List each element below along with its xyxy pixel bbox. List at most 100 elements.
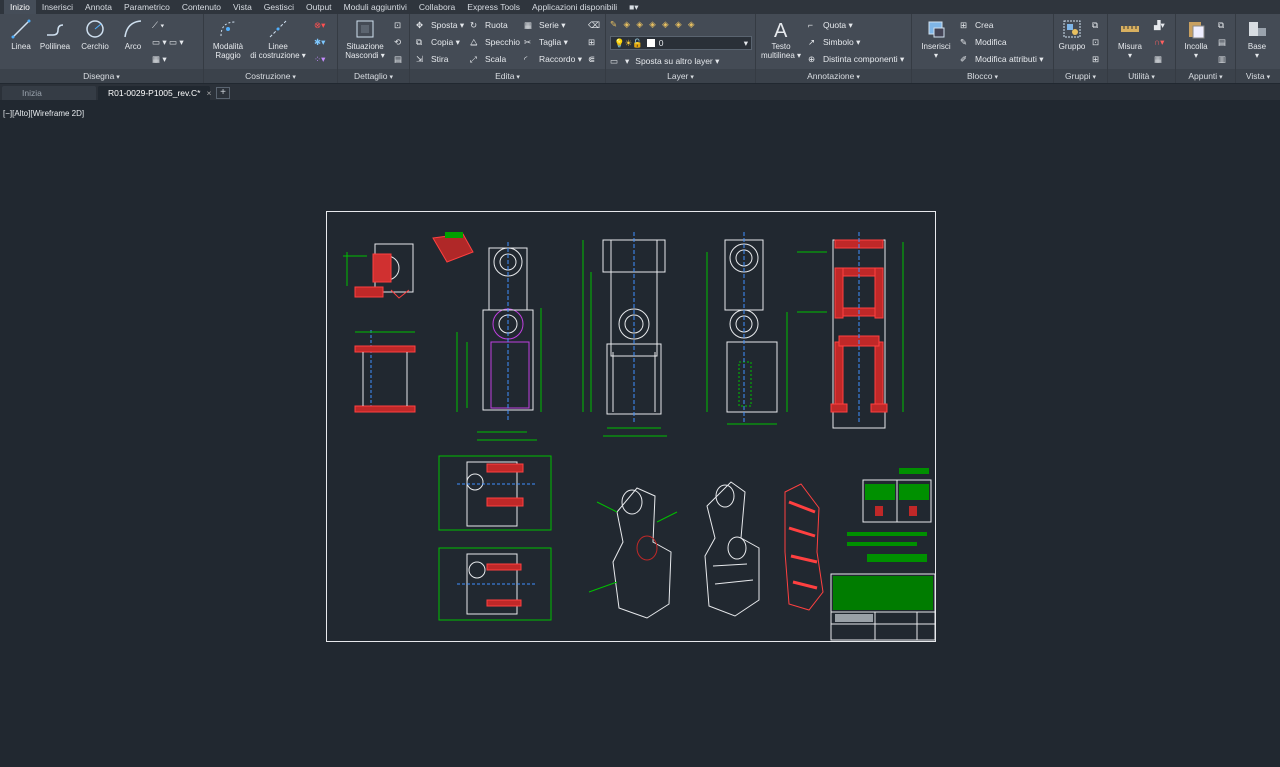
view-detail-bottom-1 xyxy=(438,455,552,531)
specchio-button[interactable]: ⧋ Specchio xyxy=(470,35,520,49)
text-icon: A xyxy=(774,20,788,40)
tab-applicazioni[interactable]: Applicazioni disponibili xyxy=(526,0,623,14)
group-icon xyxy=(1063,20,1081,38)
testo-multilinea-button[interactable]: A Testo multilinea ▾ xyxy=(760,18,802,60)
panel-utilita: Misura ▾ ▟▾ ∩▾ ▦ Utilità xyxy=(1108,14,1176,83)
group-edit-icon[interactable]: ⊡ xyxy=(1092,35,1099,49)
quick-select-icon[interactable]: ▟▾ xyxy=(1154,18,1165,32)
view-isometric-1 xyxy=(588,487,678,619)
linea-button[interactable]: Linea xyxy=(6,18,36,51)
gruppo-button[interactable]: Gruppo xyxy=(1056,18,1088,51)
modifica-attributi-button[interactable]: ✐ Modifica attributi ▾ xyxy=(960,52,1044,66)
insert-block-icon xyxy=(928,21,945,38)
layer-dropdown[interactable]: 💡☀🔓 0 ▾ xyxy=(610,36,752,50)
modalita-raggio-button[interactable]: Modalità Raggio xyxy=(208,18,248,60)
panel-title-utilita[interactable]: Utilità xyxy=(1108,69,1175,83)
drawing-sheet[interactable] xyxy=(326,211,936,642)
scala-button[interactable]: ⤢ Scala xyxy=(470,52,506,66)
cerchio-button[interactable]: Cerchio xyxy=(78,18,112,51)
linee-costruzione-button[interactable]: Linee di costruzione ▾ xyxy=(248,18,308,60)
rectangle-icon[interactable]: ▭ ▾ ▭ ▾ xyxy=(152,35,184,49)
view-section-red xyxy=(797,232,904,429)
simbolo-button[interactable]: ↗ Simbolo ▾ xyxy=(808,35,860,49)
detail-refresh-icon[interactable]: ⟲ xyxy=(394,35,401,49)
misura-button[interactable]: Misura ▾ xyxy=(1112,18,1148,60)
base-button[interactable]: Base ▾ xyxy=(1242,18,1272,60)
viewport-controls[interactable]: [−][Alto][Wireframe 2D] xyxy=(3,109,84,118)
magnet-icon[interactable]: ∩▾ xyxy=(1154,35,1164,49)
crea-button[interactable]: ⊞ Crea xyxy=(960,18,993,32)
panel-title-vista[interactable]: Vista xyxy=(1236,69,1280,83)
tab-gestisci[interactable]: Gestisci xyxy=(258,0,300,14)
modifica-button[interactable]: ✎ Modifica xyxy=(960,35,1007,49)
tab-drawing[interactable]: R01-0029-P1005_rev.C* × xyxy=(98,86,211,100)
tab-inserisci[interactable]: Inserisci xyxy=(36,0,79,14)
detail-view-icon[interactable]: ⊡ xyxy=(394,18,401,32)
tab-parametrico[interactable]: Parametrico xyxy=(118,0,176,14)
explode-icon[interactable]: ⊞ xyxy=(588,35,595,49)
panel-title-costruzione[interactable]: Costruzione xyxy=(204,69,337,83)
polilinea-button[interactable]: Polilinea xyxy=(38,18,72,51)
copy-clip-icon[interactable]: ⧉ xyxy=(1218,18,1224,32)
layer-tools-icon[interactable]: ✎ ◈ ◈ ◈ ◈ ◈ ◈ xyxy=(610,17,697,31)
offset-icon[interactable]: ⋐ xyxy=(588,52,595,66)
tab-contenuto[interactable]: Contenuto xyxy=(176,0,227,14)
tab-collabora[interactable]: Collabora xyxy=(413,0,461,14)
copia-button[interactable]: ⧉ Copia ▾ xyxy=(416,35,460,49)
close-icon[interactable]: × xyxy=(206,88,211,98)
title-block xyxy=(830,468,936,641)
panel-title-annotazione[interactable]: Annotazione xyxy=(756,69,911,83)
dimension-icon: ⌐ xyxy=(808,19,813,30)
panel-title-edita[interactable]: Edita xyxy=(410,69,605,83)
cut-icon[interactable]: ▤ xyxy=(1218,35,1226,49)
construction-extra-icon[interactable]: ⁘▾ xyxy=(314,52,325,66)
center-mark-icon[interactable]: ⊗▾ xyxy=(314,18,325,32)
layer-move-icon: ▭ xyxy=(610,55,619,66)
situazione-nascondi-button[interactable]: Situazione Nascondi ▾ xyxy=(342,18,388,60)
panel-title-dettaglio[interactable]: Dettaglio xyxy=(338,69,409,83)
tab-moduli[interactable]: Moduli aggiuntivi xyxy=(338,0,413,14)
stretch-icon: ⇲ xyxy=(416,53,424,64)
erase-icon[interactable]: ⌫ xyxy=(588,18,600,32)
panel-gruppi: Gruppo ⧉ ⊡ ⊞ Gruppi xyxy=(1054,14,1108,83)
tab-annota[interactable]: Annota xyxy=(79,0,118,14)
centerline-icon[interactable]: ✱▾ xyxy=(314,35,325,49)
ruota-button[interactable]: ↻ Ruota xyxy=(470,18,508,32)
scale-icon: ⤢ xyxy=(470,53,477,64)
raccordo-button[interactable]: ◜ Raccordo ▾ xyxy=(524,52,582,66)
ungroup-icon[interactable]: ⧉ xyxy=(1092,18,1098,32)
measure-icon xyxy=(1121,26,1139,32)
panel-title-layer[interactable]: Layer xyxy=(606,69,755,83)
tab-express-tools[interactable]: Express Tools xyxy=(461,0,526,14)
base-view-icon xyxy=(1249,22,1266,36)
inserisci-button[interactable]: Inserisci ▾ xyxy=(916,18,956,60)
serie-button[interactable]: ▦ Serie ▾ xyxy=(524,18,565,32)
match-props-icon[interactable]: ▥ xyxy=(1218,52,1226,66)
radius-mode-icon xyxy=(220,21,236,37)
distinta-button[interactable]: ⊕ Distinta componenti ▾ xyxy=(808,52,904,66)
tab-inizio[interactable]: Inizio xyxy=(4,0,36,14)
tab-overflow-icon[interactable]: ■▾ xyxy=(623,0,644,14)
hatch-icon[interactable]: ▦ ▾ xyxy=(152,52,167,66)
panel-title-disegna[interactable]: Disegna xyxy=(0,69,203,83)
panel-title-blocco[interactable]: Blocco xyxy=(912,69,1053,83)
tab-output[interactable]: Output xyxy=(300,0,338,14)
group-select-icon[interactable]: ⊞ xyxy=(1092,52,1099,66)
tab-vista[interactable]: Vista xyxy=(227,0,258,14)
quota-button[interactable]: ⌐ Quota ▾ xyxy=(808,18,853,32)
sposta-button[interactable]: ✥ Sposta ▾ xyxy=(416,18,464,32)
taglia-button[interactable]: ✂ Taglia ▾ xyxy=(524,35,568,49)
detail-list-icon[interactable]: ▤ xyxy=(394,52,402,66)
balloon-icon: ⊕ xyxy=(808,53,816,64)
incolla-button[interactable]: Incolla ▾ xyxy=(1180,18,1212,60)
sposta-layer-button[interactable]: ▭ ▾ Sposta su altro layer ▾ xyxy=(610,54,719,68)
rotate-icon: ↻ xyxy=(470,19,478,30)
tab-start[interactable]: Inizia xyxy=(2,86,96,100)
stira-button[interactable]: ⇲ Stira xyxy=(416,52,448,66)
panel-title-appunti[interactable]: Appunti xyxy=(1176,69,1235,83)
arco-button[interactable]: Arco xyxy=(118,18,148,51)
panel-title-gruppi[interactable]: Gruppi xyxy=(1054,69,1107,83)
new-tab-button[interactable]: + xyxy=(216,87,230,99)
calculator-icon[interactable]: ▦ xyxy=(1154,52,1162,66)
line-tools-icon[interactable]: ⟋ ▾ xyxy=(152,18,164,32)
